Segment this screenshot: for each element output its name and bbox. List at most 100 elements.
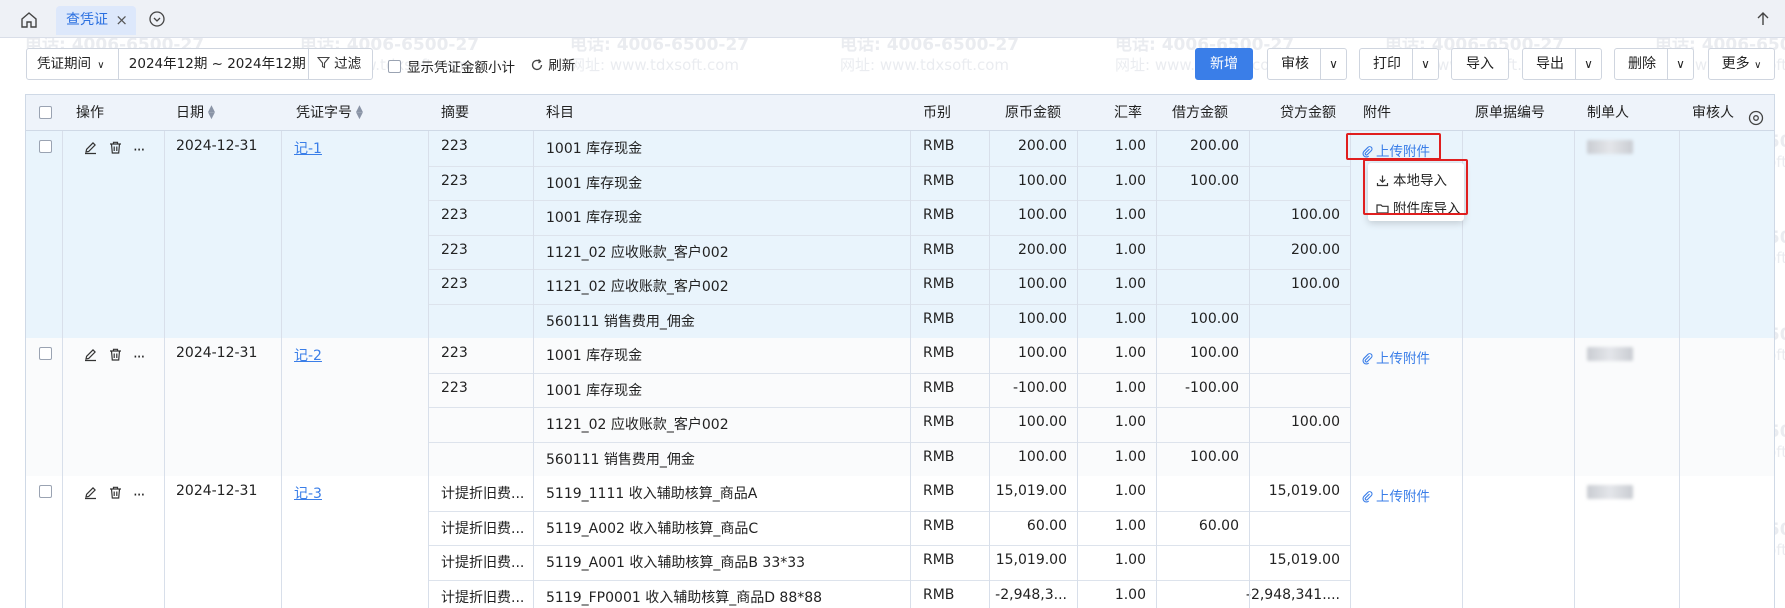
sort-icon[interactable]: ▲ ▼: [356, 105, 363, 121]
tab-voucher-query[interactable]: 查凭证 ×: [56, 6, 136, 35]
filter-label: 过滤: [334, 56, 362, 72]
entry-currency: RMB: [923, 207, 955, 223]
entry-debit: 100.00: [1190, 172, 1239, 189]
review-button[interactable]: 审核 ∨: [1267, 48, 1347, 80]
row-actions: ···: [83, 347, 145, 366]
delete-icon[interactable]: [108, 140, 123, 159]
home-icon[interactable]: [18, 9, 40, 31]
header-rate: 汇率: [1114, 105, 1142, 121]
entry-orig-amount: -100.00: [1012, 379, 1067, 396]
header-voucher-no[interactable]: 凭证字号 ▲ ▼: [296, 95, 363, 131]
entry-rate: 1.00: [1114, 552, 1146, 568]
entry-debit: 200.00: [1190, 138, 1239, 154]
header-date[interactable]: 日期 ▲ ▼: [176, 95, 215, 131]
edit-icon[interactable]: [83, 347, 98, 366]
entry-credit: 15,019.00: [1268, 483, 1340, 499]
delete-dropdown-icon[interactable]: ∨: [1667, 49, 1693, 79]
show-subtotal-toggle[interactable]: 显示凭证金额小计: [388, 56, 515, 76]
refresh-icon: [530, 58, 548, 74]
voucher-query-page: 电话: 4006-6500-27网址: www.tdxsoft.com电话: 4…: [0, 0, 1785, 608]
more-actions-icon[interactable]: ···: [133, 487, 145, 502]
paperclip-icon: [1361, 489, 1376, 505]
column-divider: [910, 95, 911, 608]
tab-bar: 查凭证 ×: [0, 0, 1785, 38]
entry-account: 560111 销售费用_佣金: [546, 451, 695, 468]
tab-close-icon[interactable]: ×: [115, 6, 128, 35]
entry-orig-amount: 100.00: [1018, 448, 1067, 465]
row-actions: ···: [83, 485, 145, 504]
new-button[interactable]: 新增: [1195, 48, 1253, 80]
column-divider: [62, 95, 63, 608]
voucher-number-link[interactable]: 记-1: [294, 138, 322, 158]
delete-button[interactable]: 删除 ∨: [1614, 48, 1694, 80]
entry-summary: 计提折旧费...: [441, 555, 525, 571]
delete-icon[interactable]: [108, 347, 123, 366]
entry-account: 5119_1111 收入辅助核算_商品A: [546, 486, 758, 502]
header-credit: 贷方金额: [1280, 105, 1336, 121]
entry-rate: 1.00: [1114, 448, 1146, 465]
filter-button[interactable]: 过滤: [309, 49, 372, 79]
table-header: 操作 日期 ▲ ▼ 凭证字号 ▲ ▼ 摘要 科目 币别 原币金额 汇率 借方金额 贷方金…: [26, 95, 1774, 131]
export-label: 导出: [1536, 56, 1564, 72]
import-menu-highlight: [1363, 159, 1468, 215]
entry-account: 1121_02 应收账款_客户002: [546, 244, 729, 261]
entry-credit: 15,019.00: [1268, 552, 1340, 568]
select-all-checkbox[interactable]: [39, 106, 53, 120]
column-divider: [1574, 95, 1575, 608]
column-settings-icon[interactable]: [1748, 104, 1764, 126]
preparer-name-redacted: [1587, 347, 1633, 361]
header-attachment: 附件: [1363, 105, 1391, 121]
delete-icon[interactable]: [108, 485, 123, 504]
row-checkbox[interactable]: [39, 485, 52, 498]
entry-debit: -100.00: [1184, 379, 1239, 396]
more-button[interactable]: 更多 ∨: [1708, 48, 1775, 80]
entry-rate: 1.00: [1114, 345, 1146, 361]
edit-icon[interactable]: [83, 485, 98, 504]
import-button[interactable]: 导入: [1451, 48, 1509, 80]
entry-summary: 223: [441, 207, 468, 223]
scroll-top-icon[interactable]: [1753, 9, 1773, 29]
entry-rate: 1.00: [1114, 483, 1146, 499]
entry-summary: 223: [441, 276, 468, 292]
sort-icon[interactable]: ▲ ▼: [208, 105, 215, 121]
entry-debit: 100.00: [1190, 345, 1239, 361]
entry-orig-amount: 100.00: [1018, 345, 1067, 361]
period-type-select[interactable]: 凭证期间 ∨: [27, 49, 119, 79]
column-divider: [1156, 95, 1157, 608]
header-voucher-no-label: 凭证字号: [296, 105, 352, 121]
voucher-number-link[interactable]: 记-3: [294, 483, 322, 503]
tab-list-dropdown-icon[interactable]: [148, 10, 166, 28]
subtotal-checkbox[interactable]: [388, 60, 401, 73]
export-button[interactable]: 导出 ∨: [1522, 48, 1602, 80]
entry-orig-amount: 100.00: [1018, 207, 1067, 223]
entry-orig-amount: 15,019.00: [995, 552, 1067, 568]
row-divider: [428, 372, 1350, 374]
print-button[interactable]: 打印 ∨: [1359, 48, 1439, 80]
print-dropdown-icon[interactable]: ∨: [1412, 49, 1438, 79]
more-actions-icon[interactable]: ···: [133, 142, 145, 157]
entry-credit: 200.00: [1291, 241, 1340, 258]
upload-attachment-link[interactable]: 上传附件: [1361, 347, 1430, 367]
entry-rate: 1.00: [1114, 276, 1146, 292]
voucher-date: 2024-12-31: [176, 138, 258, 154]
row-divider: [428, 407, 1350, 408]
upload-attachment-link[interactable]: 上传附件: [1361, 485, 1430, 505]
entry-currency: RMB: [923, 345, 955, 361]
column-divider: [1679, 95, 1680, 608]
refresh-button[interactable]: 刷新: [530, 54, 575, 74]
review-dropdown-icon[interactable]: ∨: [1320, 49, 1346, 79]
voucher-number-link[interactable]: 记-2: [294, 345, 322, 365]
period-filter-group: 凭证期间 ∨ 2024年12期 ~ 2024年12期 过滤: [26, 48, 373, 80]
period-range-input[interactable]: 2024年12期 ~ 2024年12期: [119, 49, 309, 79]
voucher-group: ··· 2024-12-31 记-3 上传附件 计提折旧费... 5119_1111 收入…: [26, 476, 1774, 608]
export-dropdown-icon[interactable]: ∨: [1575, 49, 1601, 79]
edit-icon[interactable]: [83, 140, 98, 159]
row-divider: [428, 234, 1350, 236]
tab-label: 查凭证: [66, 12, 108, 28]
more-actions-icon[interactable]: ···: [133, 349, 145, 364]
row-checkbox[interactable]: [39, 140, 52, 153]
row-checkbox[interactable]: [39, 347, 52, 360]
entry-summary: 计提折旧费...: [441, 520, 525, 537]
entry-currency: RMB: [923, 552, 955, 568]
entry-debit: 60.00: [1198, 517, 1239, 534]
